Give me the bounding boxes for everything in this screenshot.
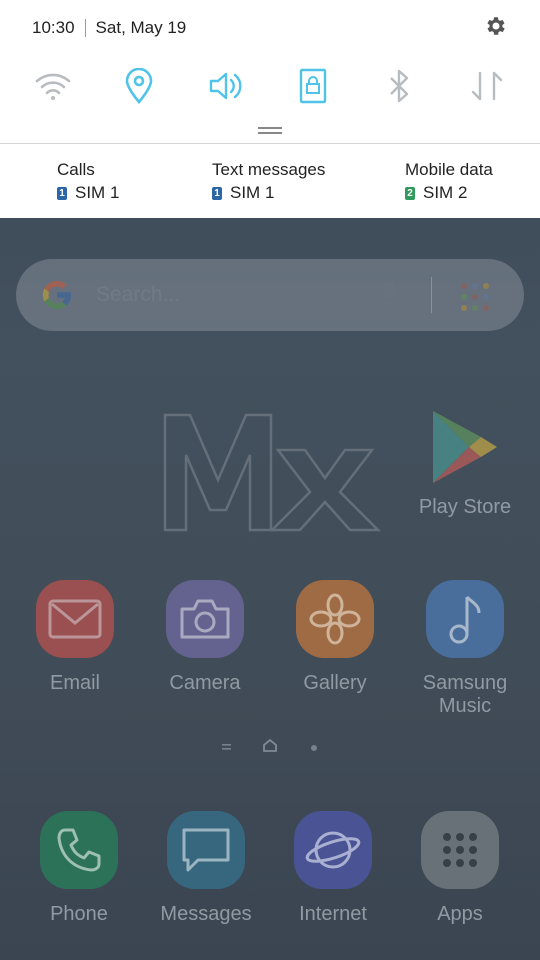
location-icon <box>125 68 153 104</box>
sim-name: SIM 1 <box>230 183 275 202</box>
sim-badge-icon: 1 <box>57 186 67 200</box>
sim-badge-icon: 1 <box>212 186 222 200</box>
location-toggle[interactable] <box>119 66 159 106</box>
sim-text-messages-setting[interactable]: Text messages 1 SIM 1 <box>212 160 325 203</box>
sim-mobile-data-setting[interactable]: Mobile data 2 SIM 2 <box>405 160 493 203</box>
notification-panel: 10:30 Sat, May 19 Calls 1 SIM 1 Text mes… <box>0 0 540 218</box>
data-arrows-icon <box>471 71 503 101</box>
sim-name: SIM 2 <box>423 183 468 202</box>
mobile-data-toggle[interactable] <box>467 66 507 106</box>
rotation-lock-icon <box>299 68 327 104</box>
panel-divider <box>0 143 540 144</box>
status-divider <box>84 19 86 37</box>
bluetooth-icon <box>390 69 409 103</box>
sim-calls-setting[interactable]: Calls 1 SIM 1 <box>57 160 119 203</box>
sim-name: SIM 1 <box>75 183 120 202</box>
status-bar: 10:30 Sat, May 19 <box>32 16 186 40</box>
sim-setting-label: Text messages <box>212 160 326 179</box>
sim-badge-icon: 2 <box>405 186 415 200</box>
sound-toggle[interactable] <box>206 66 246 106</box>
clock: 10:30 <box>32 18 75 37</box>
wifi-icon <box>35 73 71 100</box>
panel-drag-handle[interactable] <box>258 127 282 135</box>
wifi-toggle[interactable] <box>33 66 73 106</box>
settings-gear-icon[interactable] <box>484 14 508 38</box>
sim-setting-label: Calls <box>57 160 95 179</box>
date: Sat, May 19 <box>95 18 187 37</box>
rotation-lock-toggle[interactable] <box>293 66 333 106</box>
sound-icon <box>209 72 242 100</box>
sim-setting-label: Mobile data <box>405 160 493 179</box>
bluetooth-toggle[interactable] <box>380 66 420 106</box>
